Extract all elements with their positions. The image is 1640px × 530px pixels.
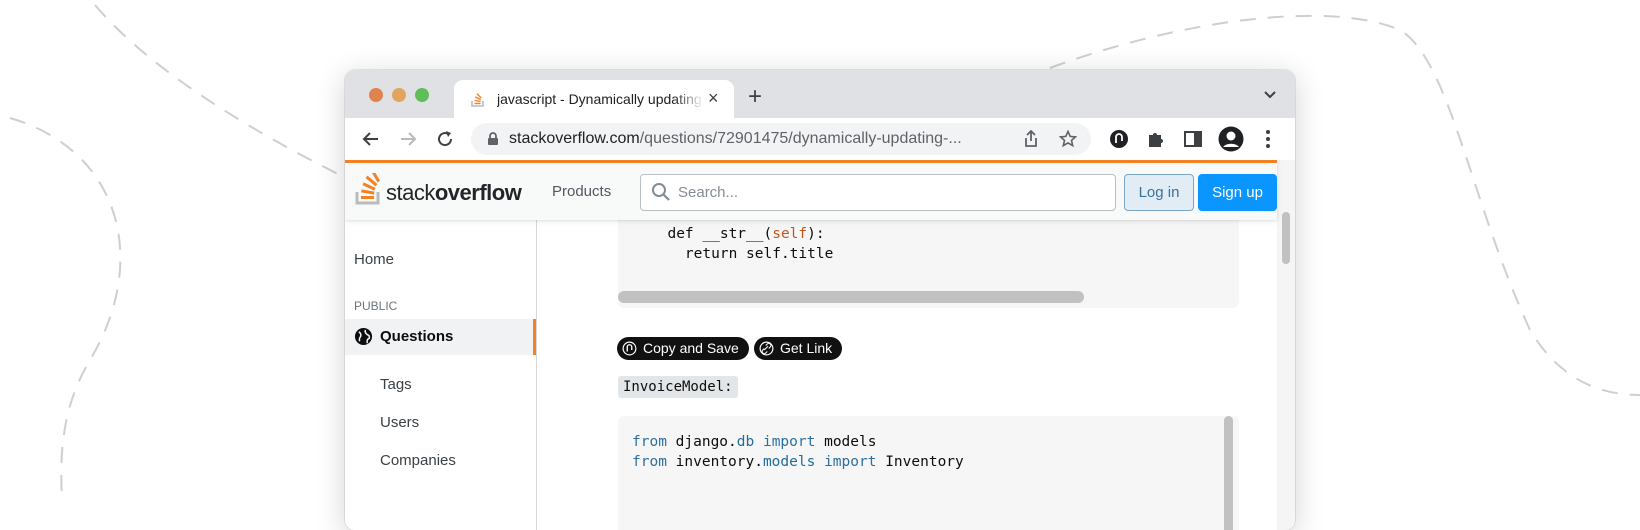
site-header: stackoverflow Products Search... Log in … (345, 160, 1277, 220)
chevron-down-icon[interactable] (1263, 90, 1277, 100)
logo-word-stack: stack (386, 180, 435, 205)
extension-copy-icon (622, 341, 637, 356)
lock-icon (488, 132, 498, 145)
login-button[interactable]: Log in (1124, 174, 1194, 211)
star-icon[interactable] (1059, 130, 1077, 148)
close-icon[interactable]: × (708, 88, 719, 108)
reload-icon[interactable] (435, 129, 455, 149)
sidebar-item-questions[interactable]: Questions (345, 319, 536, 355)
sidebar-item-home[interactable]: Home (354, 251, 394, 268)
browser-window: javascript - Dynamically updating - Stac… (345, 70, 1295, 530)
page-scrollbar[interactable] (1277, 160, 1295, 530)
signup-button[interactable]: Sign up (1198, 174, 1277, 211)
page-scrollbar-thumb[interactable] (1282, 212, 1290, 264)
copy-and-save-button[interactable]: Copy and Save (617, 337, 749, 360)
code-horizontal-scrollbar[interactable] (618, 291, 1084, 303)
sidebar-item-users[interactable]: Users (380, 414, 419, 431)
sidebar-section-public: PUBLIC (354, 299, 398, 313)
stackoverflow-wordmark[interactable]: stackoverflow (386, 180, 522, 206)
inline-code-label: InvoiceModel: (618, 376, 738, 398)
code-block-invoice: from django.db import models from invent… (618, 416, 1239, 530)
profile-icon[interactable] (1218, 126, 1244, 152)
get-link-label: Get Link (780, 340, 833, 356)
left-sidebar: Home PUBLIC Questions Tags Users Compani… (345, 217, 537, 530)
maximize-window-button[interactable] (415, 88, 429, 102)
link-icon (759, 341, 774, 356)
tab-title: javascript - Dynamically updating - Stac… (497, 91, 702, 107)
globe-icon (354, 327, 373, 346)
code-lines: from django.db import models from invent… (632, 434, 964, 470)
url-text: stackoverflow.com/questions/72901475/dyn… (509, 130, 962, 148)
sidebar-item-label: Questions (380, 328, 454, 345)
logo-word-overflow: overflow (434, 180, 522, 205)
search-input[interactable]: Search... (640, 174, 1116, 211)
share-icon[interactable] (1023, 130, 1039, 148)
url-path: /questions/72901475/dynamically-updating… (639, 130, 962, 147)
page-viewport: product = models.TextField(max_length=30… (345, 160, 1295, 530)
get-link-button[interactable]: Get Link (754, 337, 842, 360)
browser-toolbar: stackoverflow.com/questions/72901475/dyn… (345, 118, 1295, 160)
kebab-menu-icon[interactable] (1265, 129, 1271, 149)
sidebar-item-tags[interactable]: Tags (380, 376, 412, 393)
url-domain: stackoverflow.com (509, 130, 640, 147)
search-placeholder: Search... (678, 184, 739, 201)
copy-and-save-label: Copy and Save (643, 340, 739, 356)
address-bar[interactable]: stackoverflow.com/questions/72901475/dyn… (471, 123, 1091, 155)
forward-arrow-icon[interactable] (398, 129, 418, 149)
search-icon (652, 183, 670, 201)
close-window-button[interactable] (369, 88, 383, 102)
sidepanel-icon[interactable] (1183, 129, 1203, 149)
plus-icon[interactable]: + (748, 85, 762, 109)
back-arrow-icon[interactable] (361, 129, 381, 149)
puzzle-icon[interactable] (1146, 129, 1166, 149)
products-menu[interactable]: Products (552, 183, 611, 200)
stackoverflow-favicon (471, 93, 484, 107)
title-bar: javascript - Dynamically updating - Stac… (345, 70, 1295, 118)
browser-tab-active[interactable]: javascript - Dynamically updating - Stac… (454, 80, 734, 118)
extension-copy-icon[interactable] (1109, 129, 1129, 149)
sidebar-item-companies[interactable]: Companies (380, 452, 456, 469)
minimize-window-button[interactable] (392, 88, 406, 102)
stackoverflow-logo-icon[interactable] (354, 173, 384, 205)
code-vertical-scrollbar[interactable] (1224, 416, 1233, 530)
